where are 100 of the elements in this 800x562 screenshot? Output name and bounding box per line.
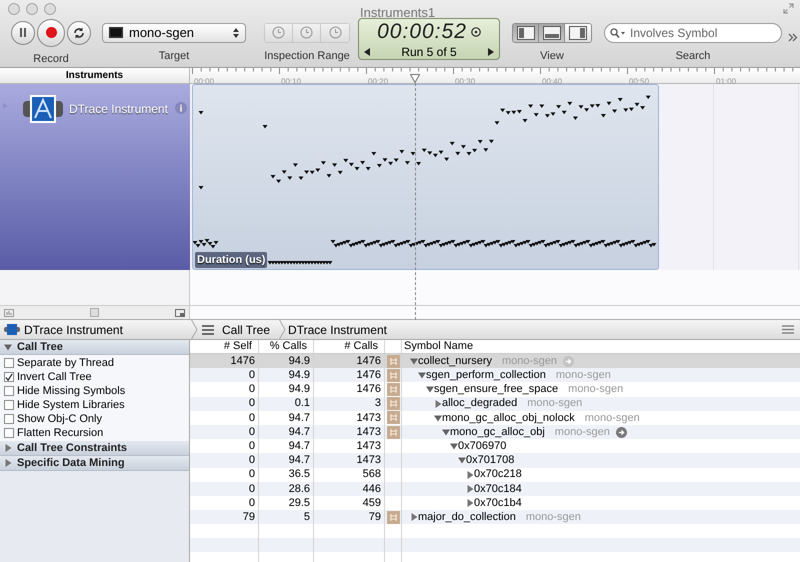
record-button[interactable] xyxy=(37,18,65,46)
disclosure-triangle-icon[interactable] xyxy=(4,459,12,467)
option-label: Invert Call Tree xyxy=(17,370,92,385)
search-field[interactable]: Involves Symbol xyxy=(604,22,782,42)
table-row[interactable]: 79 5 79 major_do_collection mono-sgen xyxy=(190,510,800,524)
layout-icon xyxy=(542,26,560,40)
menu-icon[interactable] xyxy=(782,325,794,334)
disclosure-triangle-icon[interactable] xyxy=(450,442,458,450)
table-row[interactable]: 0 94.7 1473 0x701708 xyxy=(190,453,800,468)
table-cell-text: 94.7 xyxy=(288,438,310,454)
record-icon xyxy=(46,27,56,38)
layout-icon xyxy=(516,26,534,40)
breadcrumb[interactable]: DTrace Instrument xyxy=(288,320,387,338)
instrument-icon xyxy=(23,94,63,124)
symbol-name: 0x70c1b4 xyxy=(474,496,522,511)
disclosure-triangle-icon[interactable] xyxy=(4,444,12,452)
table-cell-text: 0 xyxy=(248,453,255,468)
target-dropdown[interactable]: mono-sgen xyxy=(102,22,246,42)
view-toggle[interactable] xyxy=(565,24,591,42)
symbol-name: collect_nursery xyxy=(418,354,492,369)
table-cell-text: 1476 xyxy=(230,354,255,369)
loop-button[interactable] xyxy=(67,20,91,44)
disclosure-triangle-icon[interactable] xyxy=(466,470,474,479)
previous-run-icon[interactable] xyxy=(364,48,370,56)
updown-arrows-icon xyxy=(233,28,239,38)
table-cell-text: 459 xyxy=(362,496,381,511)
disclosure-triangle-icon[interactable] xyxy=(442,428,450,436)
section-header[interactable]: Call Tree xyxy=(0,340,189,355)
loop-icon xyxy=(73,26,85,38)
time-label: 00:40 xyxy=(542,77,562,86)
library-name: mono-sgen xyxy=(568,382,624,398)
symbol-name: mono_gc_alloc_obj xyxy=(450,424,545,440)
view-toggle[interactable] xyxy=(539,24,565,42)
disclosure-triangle-icon[interactable] xyxy=(418,371,426,380)
disclosure-triangle-icon[interactable] xyxy=(466,498,474,507)
table-row[interactable]: 0 94.7 1473 0x706970 xyxy=(190,439,800,454)
checkbox[interactable] xyxy=(4,400,14,410)
horizontal-scroll-bar[interactable] xyxy=(190,306,800,319)
disclosure-triangle-icon[interactable] xyxy=(410,357,418,366)
column-header[interactable]: # Self xyxy=(224,340,252,355)
table-cell-text: 0 xyxy=(248,438,255,454)
column-header[interactable]: # Calls xyxy=(344,340,378,355)
table-row[interactable]: 0 0.1 3 alloc_degraded mono-sgen xyxy=(190,396,800,411)
disclosure-triangle-icon[interactable] xyxy=(458,456,466,464)
time-label: 00:30 xyxy=(455,77,476,86)
table-cell-text: 94.9 xyxy=(288,368,310,384)
time-label: 00:00 xyxy=(194,77,214,86)
window-title: Instruments1 xyxy=(360,4,436,22)
pause-button[interactable] xyxy=(11,20,35,44)
section-header[interactable]: Specific Data Mining xyxy=(0,456,189,471)
table-row[interactable]: 1476 94.9 1476 collect_nursery mono-sgen xyxy=(190,354,800,368)
table-cell-text: 36.5 xyxy=(288,467,310,482)
table-cell-text: 79 xyxy=(368,510,381,525)
instrument-icon xyxy=(4,324,20,335)
table-cell-text: 446 xyxy=(362,482,381,497)
fullscreen-icon[interactable] xyxy=(783,3,794,14)
table-row[interactable]: 0 94.7 1473 mono_gc_alloc_obj mono-sgen xyxy=(190,424,800,440)
clock-icon[interactable] xyxy=(470,26,481,36)
table-cell-text: 1476 xyxy=(356,354,381,369)
option-label: Hide Missing Symbols xyxy=(17,384,126,399)
view-toggle[interactable] xyxy=(513,24,539,42)
instrument-name: DTrace Instrument xyxy=(24,322,123,338)
disclosure-triangle-icon[interactable] xyxy=(4,343,12,351)
checkbox[interactable] xyxy=(4,372,14,382)
disclosure-triangle-icon[interactable] xyxy=(434,400,442,408)
window-layout-icon[interactable] xyxy=(175,308,185,316)
disclosure-triangle-icon[interactable] xyxy=(426,385,434,394)
checkbox[interactable] xyxy=(4,386,14,396)
table-cell-text: 1473 xyxy=(356,410,381,426)
library-name: mono-sgen xyxy=(526,510,581,525)
table-cell-text: 94.9 xyxy=(288,382,310,398)
checkbox[interactable] xyxy=(4,358,14,368)
slider-thumb-icon[interactable] xyxy=(90,308,99,317)
overflow-chevron-icon[interactable] xyxy=(788,32,798,42)
column-header[interactable]: Symbol Name xyxy=(404,340,474,355)
symbol-name: 0x70c218 xyxy=(474,467,522,482)
table-cell-text: 1473 xyxy=(356,453,381,468)
section-header[interactable]: Call Tree Constraints xyxy=(0,441,189,456)
table-cell-text: 94.7 xyxy=(288,410,310,426)
time-label: 00:20 xyxy=(368,77,388,86)
table-row[interactable]: 0 28.6 446 0x70c184 xyxy=(190,482,800,496)
checkbox[interactable] xyxy=(4,428,14,438)
library-name: mono-sgen xyxy=(527,396,582,412)
breadcrumb[interactable]: Call Tree xyxy=(222,320,270,338)
disclosure-triangle-icon[interactable] xyxy=(466,484,474,493)
column-header: Instruments xyxy=(66,69,124,83)
checkbox[interactable] xyxy=(4,414,14,424)
focus-arrow-icon[interactable] xyxy=(616,426,627,438)
table-cell-text: 94.7 xyxy=(288,453,310,468)
table-row[interactable]: 0 94.9 1476 sgen_perform_collection mono-sgen xyxy=(190,368,800,382)
disclosure-triangle-icon[interactable] xyxy=(434,414,442,422)
disclosure-triangle-icon[interactable] xyxy=(410,513,418,522)
next-run-icon[interactable] xyxy=(488,48,494,56)
search-icon xyxy=(610,28,626,38)
table-row[interactable]: 0 36.5 568 0x70c218 xyxy=(190,468,800,482)
info-icon[interactable] xyxy=(174,102,187,114)
toolbar-label: Target xyxy=(158,48,190,64)
column-header[interactable]: % Calls xyxy=(270,340,307,355)
bar-chart-icon[interactable] xyxy=(4,308,14,316)
table-cell-text: 94.7 xyxy=(288,424,310,440)
